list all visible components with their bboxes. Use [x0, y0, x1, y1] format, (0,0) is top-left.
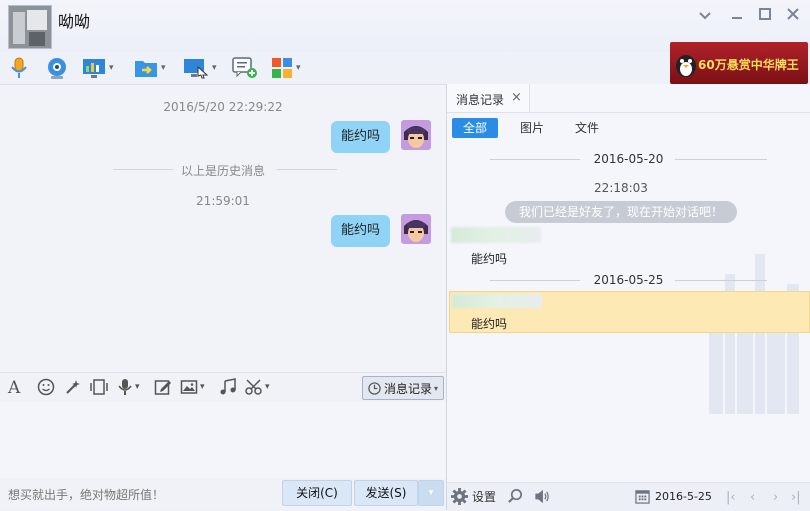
sender-name-blurred: [451, 227, 541, 243]
search-icon[interactable]: [507, 488, 524, 508]
ad-banner-text: 60万悬赏中华牌王: [698, 58, 799, 72]
chevron-down-icon[interactable]: [694, 6, 716, 26]
close-icon[interactable]: [782, 6, 804, 26]
image-icon[interactable]: ▾: [180, 378, 205, 396]
tab-message-history[interactable]: 消息记录 ×: [447, 84, 530, 112]
app-share-icon[interactable]: ▾: [82, 55, 114, 81]
history-message-highlighted[interactable]: 能约吗: [449, 291, 810, 333]
chat-timestamp: 2016/5/20 22:29:22: [163, 100, 283, 114]
close-button[interactable]: 关闭(C): [282, 480, 352, 506]
message-history-button[interactable]: 消息记录 ▾: [362, 376, 444, 400]
shake-window-icon[interactable]: [89, 378, 109, 399]
send-options-chevron-icon[interactable]: ▾: [418, 480, 444, 506]
chat-timestamp: 21:59:01: [196, 194, 250, 208]
filter-images[interactable]: 图片: [509, 118, 555, 138]
settings-label: 设置: [472, 490, 497, 504]
system-notice: 我们已经是好友了，现在开始对话吧！: [505, 201, 737, 223]
history-tabbar: 消息记录 ×: [447, 84, 810, 113]
filter-files[interactable]: 文件: [564, 118, 610, 138]
ad-banner[interactable]: 60万悬赏中华牌王: [670, 42, 808, 84]
history-message: 能约吗: [471, 317, 508, 331]
filter-all[interactable]: 全部: [452, 118, 499, 138]
new-chat-icon[interactable]: [232, 55, 258, 81]
next-page-icon[interactable]: ›: [773, 490, 778, 505]
chat-bubble-text: 能约吗: [330, 121, 390, 153]
magic-wand-icon[interactable]: [64, 378, 82, 399]
my-avatar[interactable]: [401, 214, 431, 244]
message-history-label: 消息记录: [383, 381, 432, 396]
minimize-icon[interactable]: [726, 6, 748, 26]
calendar-icon: [635, 490, 650, 504]
prev-page-icon[interactable]: ‹: [750, 490, 755, 505]
remote-desktop-icon[interactable]: ▾: [183, 55, 217, 81]
edit-image-icon[interactable]: [154, 378, 172, 399]
screenshot-scissors-icon[interactable]: ▾: [245, 378, 270, 396]
date-picker[interactable]: 2016-5-25: [635, 489, 712, 504]
emoji-icon[interactable]: [37, 378, 55, 399]
microphone-icon[interactable]: [8, 55, 30, 81]
history-bottom-bar: 设置 2016-5-25 |‹ ‹ › ›|: [447, 482, 810, 511]
gear-icon: [451, 488, 468, 505]
music-icon[interactable]: [219, 378, 237, 399]
chat-bubble-text: 能约吗: [330, 215, 390, 247]
history-time: 22:18:03: [594, 181, 648, 195]
clock-icon: [368, 381, 381, 395]
webcam-icon[interactable]: [45, 55, 69, 81]
last-page-icon[interactable]: ›|: [791, 490, 801, 505]
ad-slogan[interactable]: 想买就出手，绝对物超所值！: [8, 486, 164, 503]
toolbar: ▾ ▾ ▾ ▾: [0, 52, 670, 84]
sender-name-blurred: [452, 294, 542, 308]
maximize-icon[interactable]: [754, 6, 776, 26]
mascot-icon: [676, 55, 696, 77]
file-transfer-icon[interactable]: ▾: [134, 55, 166, 81]
contact-avatar[interactable]: [8, 5, 52, 49]
date-divider: 2016-05-20: [447, 149, 810, 169]
history-message[interactable]: 能约吗: [471, 250, 507, 267]
send-button[interactable]: 发送(S): [354, 480, 418, 506]
date-value: 2016-5-25: [655, 490, 712, 503]
message-input[interactable]: [0, 402, 446, 478]
input-toolbar: A ▾ ▾ ▾ 消息记录 ▾: [0, 372, 446, 403]
chat-bubble[interactable]: 能约吗: [330, 121, 390, 153]
bottom-bar: 想买就出手，绝对物超所值！ 关闭(C) 发送(S) ▾: [0, 478, 446, 510]
date-divider: 2016-05-25: [447, 270, 810, 290]
apps-grid-icon[interactable]: ▾: [271, 55, 301, 81]
separator-line-right: [277, 169, 337, 170]
font-icon[interactable]: A: [8, 378, 20, 398]
date-label: 2016-05-25: [593, 273, 664, 287]
history-separator: 以上是历史消息: [180, 164, 265, 178]
chat-bubble[interactable]: 能约吗: [330, 215, 390, 247]
speaker-icon[interactable]: [533, 488, 551, 508]
settings-button[interactable]: 设置: [451, 488, 496, 505]
close-tab-icon[interactable]: ×: [511, 90, 522, 105]
date-label: 2016-05-20: [593, 152, 664, 166]
my-avatar[interactable]: [401, 120, 431, 150]
contact-name[interactable]: 呦呦: [58, 8, 90, 32]
tab-label: 消息记录: [456, 93, 505, 107]
chat-area: 2016/5/20 22:29:22 能约吗 以上是历史消息 21:59:01 …: [0, 84, 446, 373]
first-page-icon[interactable]: |‹: [726, 490, 736, 505]
history-panel: 消息记录 × 全部 图片 文件 2016-05-20 22:18:03 我们已经…: [447, 84, 810, 511]
voice-message-icon[interactable]: ▾: [117, 378, 140, 396]
